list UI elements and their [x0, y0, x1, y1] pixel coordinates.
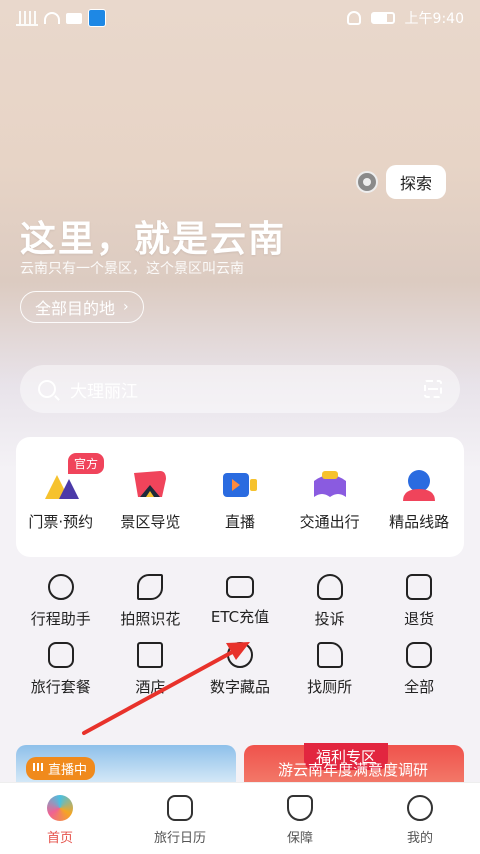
tab-label: 旅行日历	[153, 831, 206, 846]
tab-home[interactable]: 首页	[0, 783, 120, 854]
tab-travel-calendar[interactable]: 旅行日历	[120, 783, 240, 854]
bottom-tab-bar: 首页 旅行日历 保障 我的	[0, 782, 480, 854]
annotation-arrow	[82, 642, 250, 735]
tab-protection[interactable]: 保障	[240, 783, 360, 854]
home-icon	[47, 795, 73, 821]
calendar-icon	[167, 795, 193, 821]
tab-mine[interactable]: 我的	[360, 783, 480, 854]
tab-label: 保障	[286, 831, 313, 846]
shield-icon	[287, 795, 313, 821]
profile-icon	[407, 795, 433, 821]
tab-label: 我的	[406, 831, 433, 846]
tab-label: 首页	[46, 831, 73, 846]
